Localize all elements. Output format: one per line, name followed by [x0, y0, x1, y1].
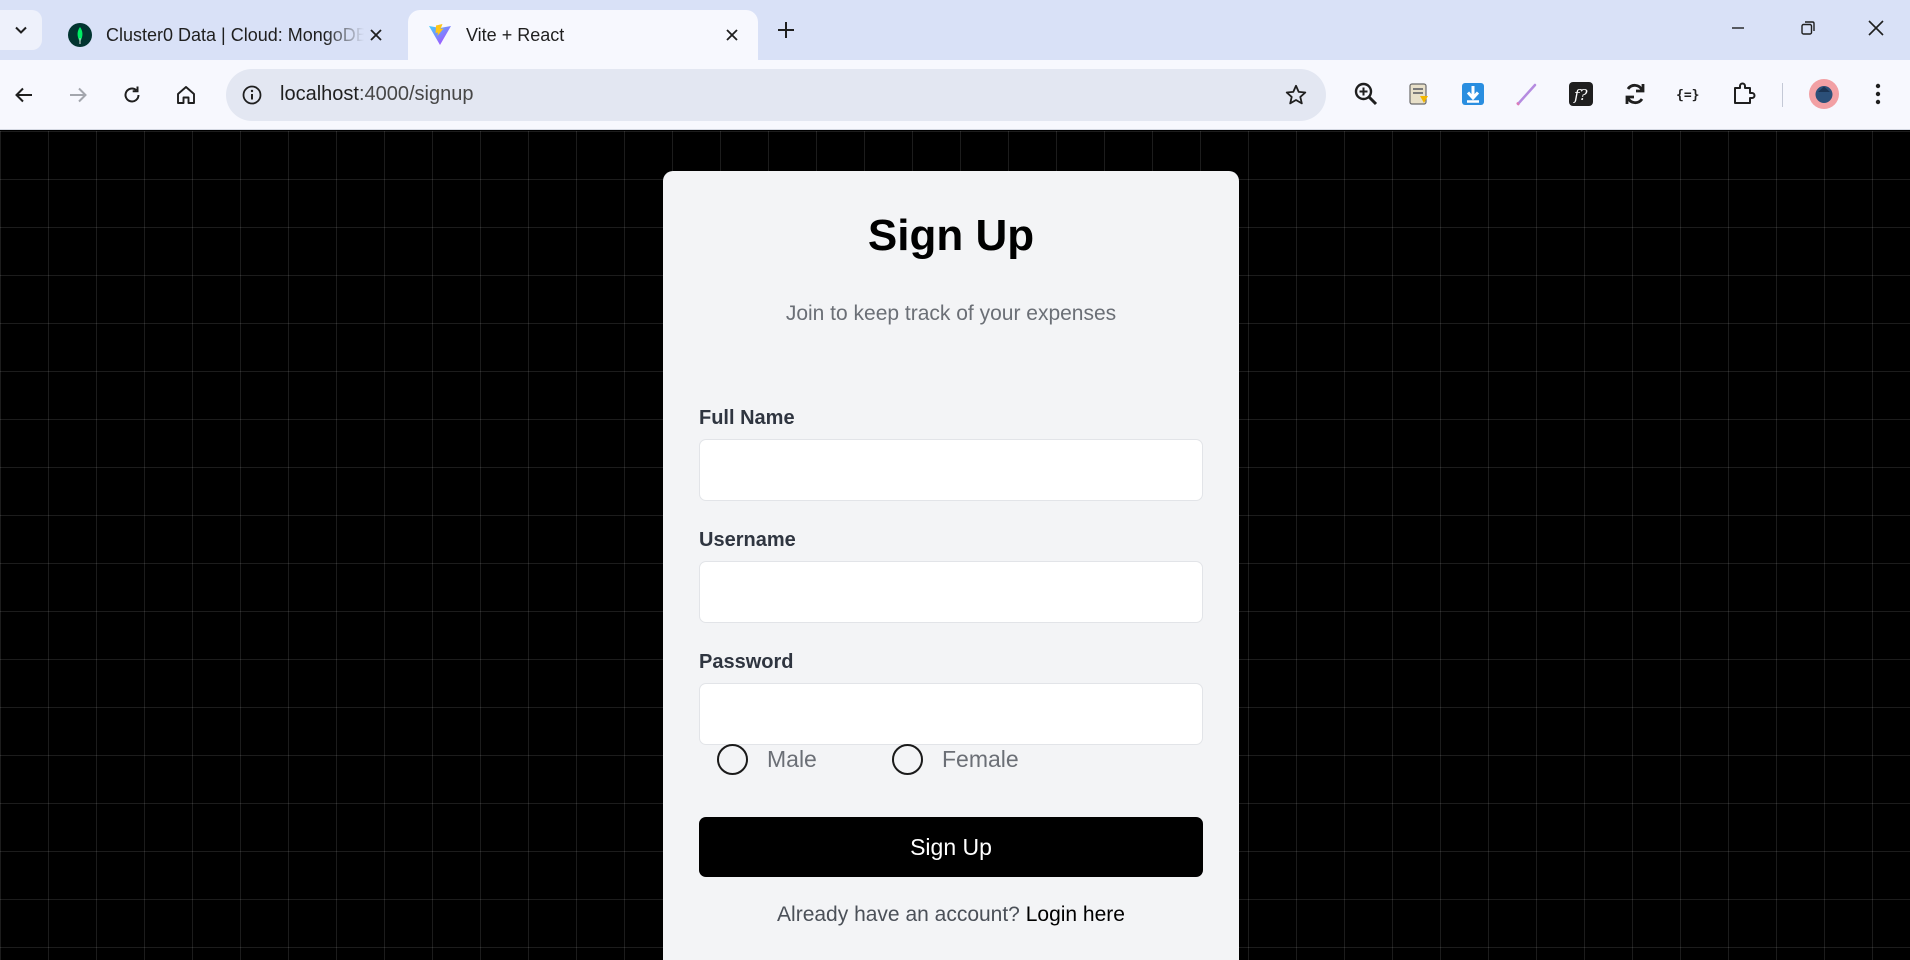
vite-icon [429, 24, 451, 45]
sync-icon [1625, 83, 1645, 105]
female-radio[interactable] [892, 744, 923, 775]
kebab-menu-icon [1875, 83, 1881, 105]
url-host: localhost [280, 83, 359, 105]
tab-title: Vite + React [466, 24, 565, 45]
home-icon [177, 86, 195, 104]
profile-button[interactable] [1806, 76, 1842, 112]
toolbar-divider [1782, 83, 1783, 107]
minimize-icon [1732, 27, 1744, 29]
username-label: Username [699, 529, 796, 551]
arrow-right-icon [70, 87, 87, 103]
pen-extension-icon [1516, 83, 1537, 106]
json-viewer-icon: {=} [1676, 88, 1699, 103]
info-icon [242, 85, 262, 105]
password-input[interactable] [699, 683, 1203, 745]
gender-male-option[interactable]: Male [717, 744, 817, 775]
avatar [1809, 79, 1839, 109]
star-icon [1285, 84, 1307, 105]
page-subtitle: Join to keep track of your expenses [785, 302, 1117, 325]
login-prompt-line: Already have an account? Login here [663, 903, 1239, 927]
close-tab-button[interactable] [720, 23, 744, 47]
page-title: Sign Up [867, 211, 1035, 260]
tab-vite-react[interactable]: Vite + React [408, 10, 758, 60]
sync-extension-button[interactable] [1617, 76, 1653, 112]
back-button[interactable] [4, 75, 44, 115]
browser-toolbar: localhost:4000/signup f? {=} [0, 60, 1910, 130]
extensions-button[interactable] [1726, 76, 1762, 112]
notes-extension-button[interactable] [1401, 76, 1437, 112]
zoom-button[interactable] [1348, 76, 1384, 112]
json-viewer-button[interactable]: {=} [1671, 76, 1707, 112]
font-identifier-button[interactable]: f? [1563, 76, 1599, 112]
download-extension-button[interactable] [1455, 76, 1491, 112]
signup-card: Sign Up Join to keep track of your expen… [663, 171, 1239, 960]
svg-text:f?: f? [1573, 86, 1589, 104]
full-name-label: Full Name [699, 407, 795, 429]
site-info-button[interactable] [236, 79, 268, 111]
full-name-input[interactable] [699, 439, 1203, 501]
close-tab-button[interactable] [364, 23, 388, 47]
plus-icon [778, 22, 794, 38]
reload-icon [124, 86, 140, 103]
username-input[interactable] [699, 561, 1203, 623]
gender-female-option[interactable]: Female [892, 744, 1019, 775]
zoom-icon [1354, 82, 1378, 106]
forward-button[interactable] [58, 75, 98, 115]
signup-button[interactable]: Sign Up [699, 817, 1203, 877]
font-identifier-icon: f? [1569, 82, 1593, 106]
notes-extension-icon [1409, 83, 1428, 105]
login-prompt-text: Already have an account? [777, 903, 1020, 926]
new-tab-button[interactable] [770, 14, 802, 46]
tab-search-button[interactable] [0, 10, 42, 50]
arrow-left-icon [15, 87, 32, 103]
restore-button[interactable] [1778, 8, 1838, 48]
close-window-button[interactable] [1846, 8, 1906, 48]
home-button[interactable] [166, 75, 206, 115]
gender-radio-group: Male Female [717, 744, 1197, 780]
close-icon [726, 29, 738, 41]
url-text: localhost:4000/signup [280, 83, 473, 106]
tab-title: Cluster0 Data | Cloud: MongoDB Cloud [106, 24, 364, 45]
tab-strip: Cluster0 Data | Cloud: MongoDB Cloud Vit… [0, 0, 1910, 60]
browser-menu-button[interactable] [1860, 76, 1896, 112]
extensions-puzzle-icon [1734, 82, 1756, 104]
close-icon [370, 29, 382, 41]
female-label: Female [942, 746, 1019, 772]
pen-extension-button[interactable] [1509, 76, 1545, 112]
minimize-button[interactable] [1708, 8, 1768, 48]
address-bar[interactable]: localhost:4000/signup [226, 69, 1326, 121]
svg-text:{=}: {=} [1676, 88, 1699, 103]
tab-mongodb[interactable]: Cluster0 Data | Cloud: MongoDB Cloud [48, 10, 402, 60]
chevron-down-icon [15, 26, 27, 34]
login-link[interactable]: Login here [1026, 903, 1125, 926]
password-label: Password [699, 651, 794, 673]
mongodb-leaf-icon [68, 23, 92, 47]
url-path: :4000/signup [358, 83, 474, 105]
male-label: Male [767, 746, 817, 772]
close-icon [1868, 20, 1884, 36]
bookmark-button[interactable] [1280, 79, 1312, 111]
page-background: Sign Up Join to keep track of your expen… [0, 131, 1910, 960]
reload-button[interactable] [112, 75, 152, 115]
download-icon [1462, 83, 1484, 105]
restore-icon [1801, 21, 1815, 35]
male-radio[interactable] [717, 744, 748, 775]
